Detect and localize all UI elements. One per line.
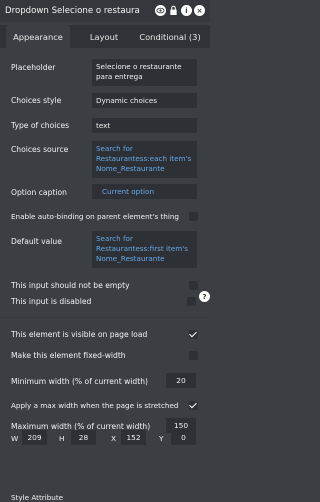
h-label: H bbox=[59, 434, 65, 443]
not-empty-label: This input should not be empty bbox=[11, 281, 130, 290]
tab-conditional[interactable]: Conditional (3) bbox=[138, 25, 202, 48]
type-of-choices-dropdown[interactable]: text bbox=[92, 118, 197, 133]
choices-source-field[interactable]: Search for Restaurantess:each item's Nom… bbox=[92, 141, 197, 178]
tab-bar: Appearance Layout Conditional (3) bbox=[0, 25, 210, 48]
option-caption-value: Current option bbox=[102, 187, 155, 196]
placeholder-field[interactable]: Selecione o restaurante para entrega bbox=[92, 59, 197, 86]
window-title: Dropdown Selecione o restaura bbox=[5, 6, 140, 16]
visible-on-load-label: This element is visible on page load bbox=[11, 330, 148, 339]
disabled-checkbox[interactable] bbox=[187, 297, 196, 306]
choices-style-dropdown[interactable]: Dynamic choices bbox=[92, 93, 197, 108]
tab-layout[interactable]: Layout bbox=[78, 25, 130, 48]
apply-max-width-checkbox[interactable] bbox=[189, 401, 198, 410]
type-of-choices-label: Type of choices bbox=[11, 121, 70, 130]
option-caption-label: Option caption bbox=[11, 188, 67, 197]
placeholder-line1: Selecione o restaurante bbox=[96, 62, 182, 71]
disabled-label: This input is disabled bbox=[11, 297, 92, 306]
y-input[interactable]: 0 bbox=[171, 430, 196, 445]
not-empty-checkbox[interactable] bbox=[189, 281, 198, 290]
choices-style-label: Choices style bbox=[11, 96, 62, 105]
apply-max-width-label: Apply a max width when the page is stret… bbox=[11, 401, 179, 410]
h-input[interactable]: 28 bbox=[71, 430, 96, 445]
w-label: W bbox=[11, 434, 19, 443]
placeholder-label: Placeholder bbox=[11, 63, 56, 72]
w-value: 209 bbox=[27, 433, 42, 442]
type-of-choices-value: text bbox=[96, 121, 111, 130]
default-value-label: Default value bbox=[11, 237, 62, 246]
default-value-field[interactable]: Search for Restaurantess:first item's No… bbox=[92, 231, 197, 268]
tab-appearance-label: Appearance bbox=[13, 31, 63, 42]
choices-source-line2: Restaurantess:each item's bbox=[96, 154, 192, 163]
min-width-input[interactable]: 20 bbox=[166, 373, 196, 388]
h-value: 28 bbox=[78, 433, 89, 442]
help-label: ? bbox=[202, 292, 207, 301]
help-button[interactable]: ? bbox=[199, 291, 210, 302]
min-width-value: 20 bbox=[176, 376, 186, 385]
max-width-value: 150 bbox=[173, 421, 189, 430]
choices-source-label: Choices source bbox=[11, 145, 69, 154]
option-caption-value-field[interactable]: Current option bbox=[92, 184, 197, 199]
visible-on-load-checkbox[interactable] bbox=[189, 330, 198, 339]
divider bbox=[0, 317, 210, 318]
x-input[interactable]: 152 bbox=[121, 430, 146, 445]
style-attribute-label: Style Attribute bbox=[11, 493, 64, 502]
fixed-width-label: Make this element fixed-width bbox=[11, 351, 126, 360]
tab-appearance[interactable]: Appearance bbox=[6, 25, 70, 48]
default-value-line1: Search for bbox=[96, 234, 133, 243]
default-value-line2: Restaurantess:first item's bbox=[96, 244, 188, 253]
y-value: 0 bbox=[181, 433, 186, 442]
delete-icon[interactable]: × bbox=[194, 5, 205, 16]
info-icon[interactable]: i bbox=[181, 5, 192, 16]
auto-binding-checkbox[interactable] bbox=[189, 212, 198, 221]
choices-style-value: Dynamic choices bbox=[96, 96, 158, 105]
min-width-label: Minimum width (% of current width) bbox=[11, 377, 148, 386]
eye-icon[interactable] bbox=[155, 5, 166, 16]
y-label: Y bbox=[159, 434, 164, 443]
x-value: 152 bbox=[126, 433, 141, 442]
auto-binding-label: Enable auto-binding on parent element's … bbox=[11, 212, 179, 221]
lock-icon[interactable] bbox=[168, 5, 179, 16]
choices-source-line1: Search for bbox=[96, 144, 133, 153]
default-value-line3: Nome_Restaurante bbox=[96, 254, 165, 263]
placeholder-line2: para entrega bbox=[96, 72, 143, 81]
w-input[interactable]: 209 bbox=[22, 430, 47, 445]
choices-source-line3: Nome_Restaurante bbox=[96, 164, 165, 173]
fixed-width-checkbox[interactable] bbox=[189, 351, 198, 360]
x-label: X bbox=[111, 434, 117, 443]
tab-layout-label: Layout bbox=[89, 31, 119, 42]
tab-conditional-label: Conditional (3) bbox=[139, 31, 201, 42]
